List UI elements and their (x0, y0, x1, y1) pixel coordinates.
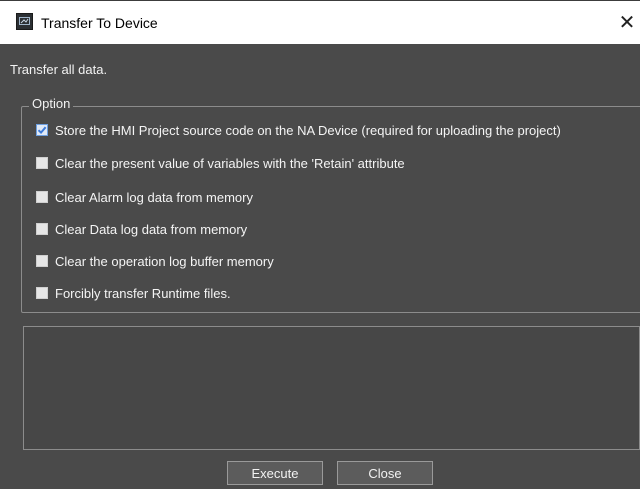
option-clear-data-log[interactable]: Clear Data log data from memory (36, 220, 247, 238)
checkbox-unchecked-icon[interactable] (36, 191, 48, 203)
option-label: Clear the present value of variables wit… (55, 155, 405, 171)
window-title: Transfer To Device (41, 15, 158, 31)
option-clear-alarm-log[interactable]: Clear Alarm log data from memory (36, 188, 253, 206)
transfer-dialog: Transfer To Device ✕ Transfer all data. … (0, 0, 640, 489)
message-output-area[interactable] (23, 326, 640, 450)
option-label: Clear Data log data from memory (55, 221, 248, 237)
option-label: Clear the operation log buffer memory (55, 253, 274, 269)
option-store-source-code[interactable]: Store the HMI Project source code on the… (36, 121, 561, 139)
checkbox-unchecked-icon[interactable] (36, 157, 48, 169)
option-label: Forcibly transfer Runtime files. (55, 285, 231, 301)
close-icon[interactable]: ✕ (614, 9, 640, 37)
option-clear-operation-log[interactable]: Clear the operation log buffer memory (36, 252, 274, 270)
option-group-legend: Option (29, 95, 74, 113)
option-label: Clear Alarm log data from memory (55, 189, 253, 205)
transfer-description: Transfer all data. (10, 62, 108, 77)
close-button[interactable]: Close (337, 461, 433, 485)
option-label: Store the HMI Project source code on the… (55, 122, 561, 138)
checkbox-checked-icon[interactable] (36, 124, 48, 136)
option-force-runtime-transfer[interactable]: Forcibly transfer Runtime files. (36, 284, 231, 302)
execute-button[interactable]: Execute (227, 461, 323, 485)
checkbox-unchecked-icon[interactable] (36, 223, 48, 235)
app-icon (16, 13, 33, 30)
checkbox-unchecked-icon[interactable] (36, 287, 48, 299)
title-bar[interactable]: Transfer To Device ✕ (0, 0, 640, 44)
checkbox-unchecked-icon[interactable] (36, 255, 48, 267)
option-clear-retain-variables[interactable]: Clear the present value of variables wit… (36, 154, 405, 172)
